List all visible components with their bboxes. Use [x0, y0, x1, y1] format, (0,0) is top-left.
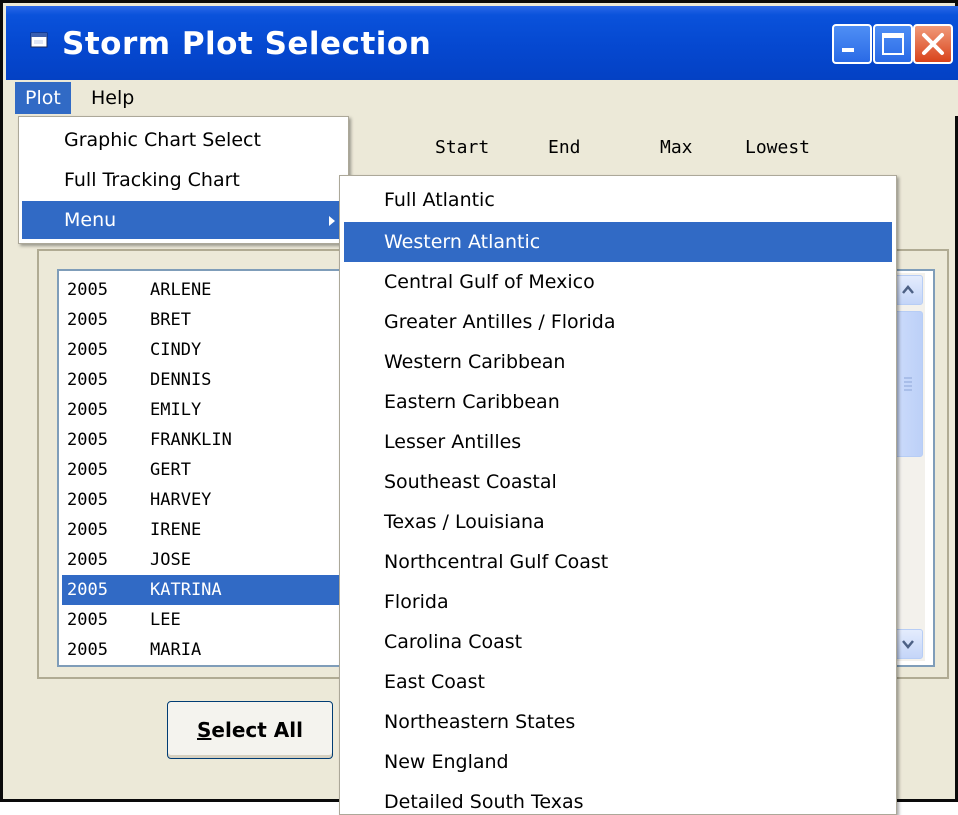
storm-row[interactable]: 2005 IRENE	[62, 515, 358, 545]
storm-row[interactable]: 2005 MARIA	[62, 635, 358, 665]
scroll-down-button[interactable]	[893, 629, 923, 659]
chevron-up-icon	[902, 285, 914, 294]
storm-name: JOSE	[150, 550, 191, 570]
storm-year: 2005	[67, 370, 108, 390]
submenu-item-eastern-caribbean[interactable]: Eastern Caribbean	[344, 382, 892, 422]
minimize-button[interactable]	[832, 24, 872, 64]
storm-name: EMILY	[150, 400, 202, 420]
window-title: Storm Plot Selection	[62, 26, 432, 62]
menu-plot[interactable]: Plot	[15, 82, 71, 114]
maximize-icon	[882, 33, 904, 55]
scroll-thumb[interactable]	[893, 311, 923, 457]
storm-year: 2005	[67, 280, 108, 300]
storm-row[interactable]: 2005 ARLENE	[62, 275, 358, 305]
storm-year: 2005	[67, 640, 108, 660]
maximize-button[interactable]	[873, 24, 913, 64]
submenu-arrow-icon	[329, 216, 335, 226]
storm-year: 2005	[67, 400, 108, 420]
app-icon	[30, 32, 48, 48]
header-end: End	[548, 137, 581, 158]
storm-year: 2005	[67, 520, 108, 540]
submenu-item-florida[interactable]: Florida	[344, 582, 892, 622]
menu-help[interactable]: Help	[81, 82, 144, 114]
storm-name: FRANKLIN	[150, 430, 232, 450]
storm-year: 2005	[67, 610, 108, 630]
storm-name: GERT	[150, 460, 191, 480]
storm-plot-window: Storm Plot Selection Plot Help Start End…	[0, 0, 958, 815]
storm-name: ARLENE	[150, 280, 212, 300]
storm-name: MARIA	[150, 640, 202, 660]
menu-item-graphic-chart-select[interactable]: Graphic Chart Select	[22, 121, 345, 159]
submenu-item-texas-louisiana[interactable]: Texas / Louisiana	[344, 502, 892, 542]
submenu-item-new-england[interactable]: New England	[344, 742, 892, 782]
close-button[interactable]	[913, 24, 953, 64]
submenu-item-northeastern-states[interactable]: Northeastern States	[344, 702, 892, 742]
plot-menu-dropdown: Graphic Chart Select Full Tracking Chart…	[18, 116, 349, 244]
storm-year: 2005	[67, 430, 108, 450]
storm-row[interactable]: 2005 DENNIS	[62, 365, 358, 395]
storm-year: 2005	[67, 310, 108, 330]
storm-name: LEE	[150, 610, 181, 630]
storm-row-selected[interactable]: 2005 KATRINA	[62, 575, 358, 605]
storm-name: CINDY	[150, 340, 202, 360]
storm-row[interactable]: 2005 HARVEY	[62, 485, 358, 515]
storm-name: IRENE	[150, 520, 202, 540]
storm-name: HARVEY	[150, 490, 212, 510]
submenu-item-central-gulf-of-mexico[interactable]: Central Gulf of Mexico	[344, 262, 892, 302]
access-key-letter: S	[197, 718, 212, 742]
title-bar[interactable]: Storm Plot Selection	[6, 6, 958, 80]
storm-row[interactable]: 2005 GERT	[62, 455, 358, 485]
storm-year: 2005	[67, 550, 108, 570]
submenu-item-east-coast[interactable]: East Coast	[344, 662, 892, 702]
submenu-item-northcentral-gulf-coast[interactable]: Northcentral Gulf Coast	[344, 542, 892, 582]
storm-name: BRET	[150, 310, 191, 330]
submenu-item-full-atlantic[interactable]: Full Atlantic	[344, 180, 892, 220]
grip-icon	[904, 377, 912, 391]
submenu-item-southeast-coastal[interactable]: Southeast Coastal	[344, 462, 892, 502]
storm-name: DENNIS	[150, 370, 212, 390]
select-all-button[interactable]: Select All	[167, 701, 333, 759]
header-start: Start	[435, 137, 490, 158]
header-max: Max	[660, 137, 693, 158]
submenu-item-lesser-antilles[interactable]: Lesser Antilles	[344, 422, 892, 462]
storm-row[interactable]: 2005 FRANKLIN	[62, 425, 358, 455]
storm-year: 2005	[67, 490, 108, 510]
menu-item-menu[interactable]: Menu	[22, 201, 345, 239]
submenu-item-greater-antilles-florida[interactable]: Greater Antilles / Florida	[344, 302, 892, 342]
storm-row[interactable]: 2005 JOSE	[62, 545, 358, 575]
storm-year: 2005	[67, 580, 108, 600]
header-lowest: Lowest	[745, 137, 811, 158]
storm-row[interactable]: 2005 CINDY	[62, 335, 358, 365]
close-icon	[922, 33, 944, 55]
storm-year: 2005	[67, 340, 108, 360]
menu-bar: Plot Help	[6, 80, 958, 116]
storm-row[interactable]: 2005 EMILY	[62, 395, 358, 425]
menu-item-menu-label: Menu	[64, 209, 117, 231]
submenu-item-western-atlantic[interactable]: Western Atlantic	[344, 222, 892, 262]
storm-year: 2005	[67, 460, 108, 480]
chevron-down-icon	[902, 640, 914, 649]
region-submenu: Full Atlantic Western Atlantic Central G…	[339, 175, 897, 815]
scroll-up-button[interactable]	[893, 275, 923, 305]
storm-name: KATRINA	[150, 580, 222, 600]
submenu-item-carolina-coast[interactable]: Carolina Coast	[344, 622, 892, 662]
menu-item-full-tracking-chart[interactable]: Full Tracking Chart	[22, 161, 345, 199]
minimize-icon	[842, 48, 854, 52]
submenu-item-western-caribbean[interactable]: Western Caribbean	[344, 342, 892, 382]
storm-row[interactable]: 2005 LEE	[62, 605, 358, 635]
storm-row[interactable]: 2005 BRET	[62, 305, 358, 335]
submenu-item-detailed-south-texas[interactable]: Detailed South Texas	[344, 782, 892, 814]
